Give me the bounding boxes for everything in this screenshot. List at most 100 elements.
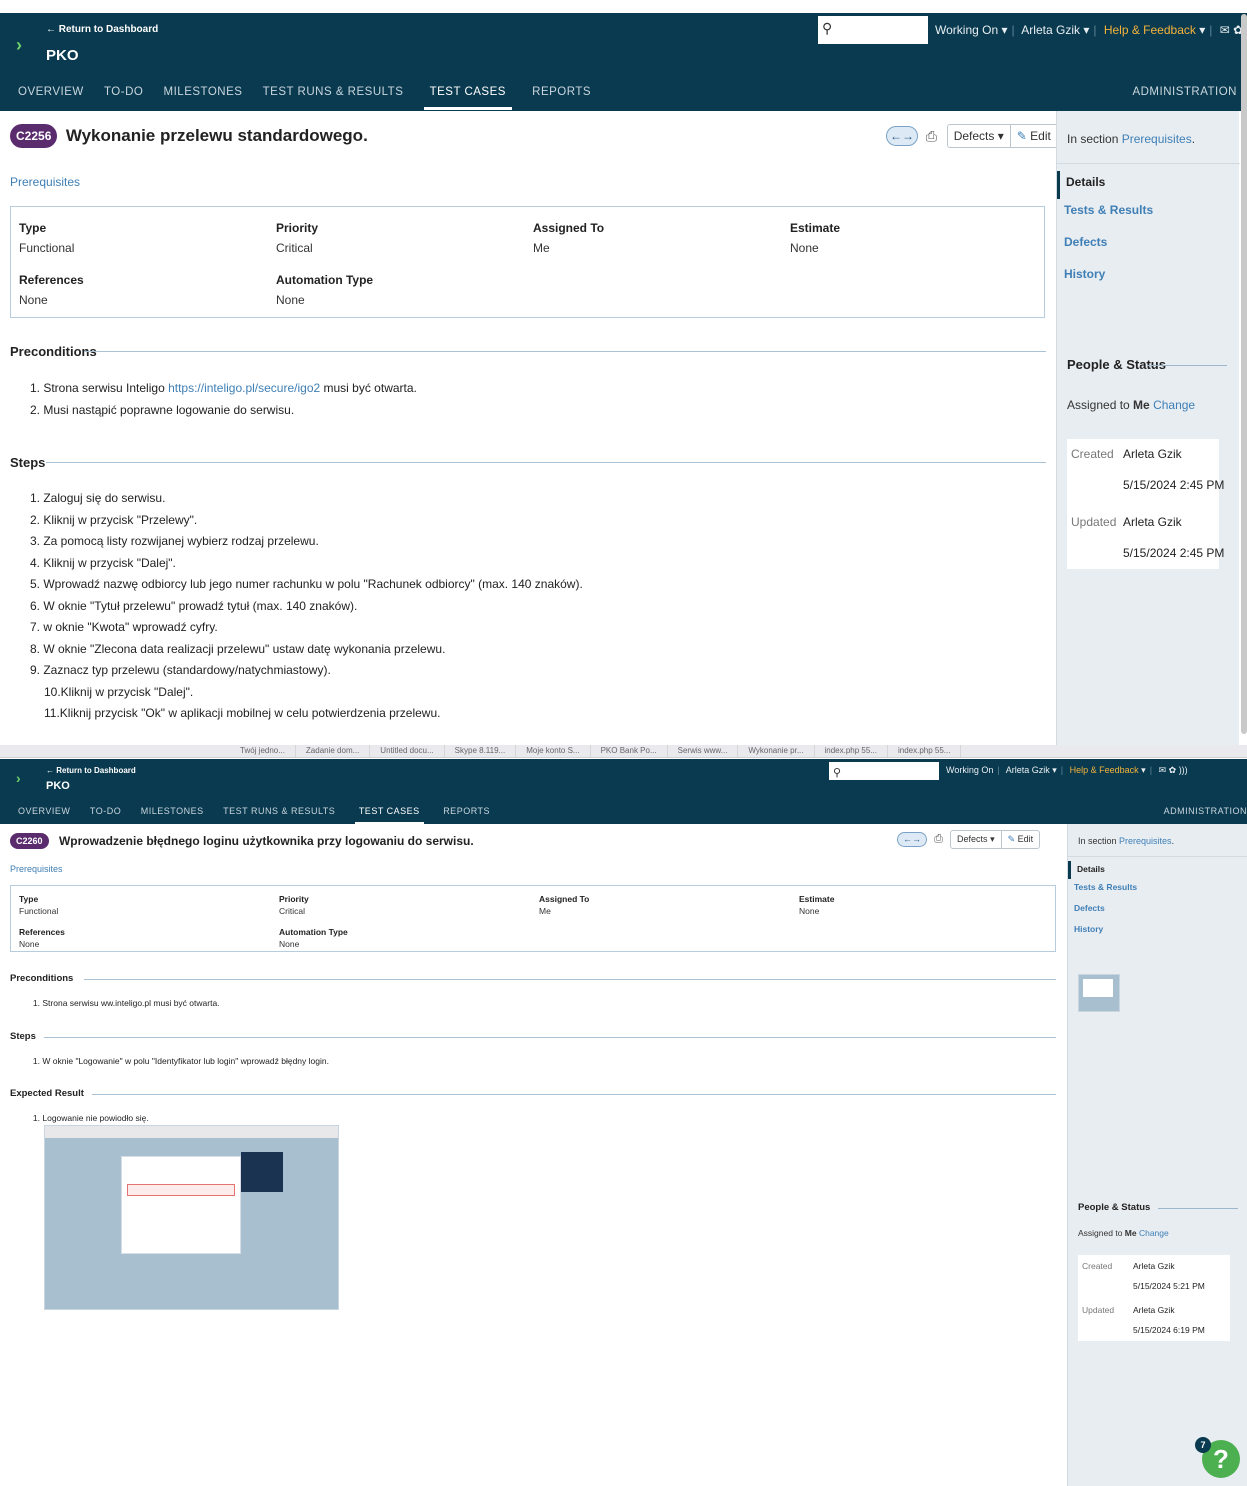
- field-label: Type: [19, 894, 39, 904]
- prev-next-arrows-icon[interactable]: ←→: [897, 832, 927, 847]
- search-input[interactable]: ⚲: [829, 762, 939, 780]
- steps-heading: Steps: [10, 455, 46, 470]
- help-feedback-menu[interactable]: Help & Feedback: [1070, 765, 1139, 775]
- field-label: References: [19, 927, 65, 937]
- help-feedback-menu[interactable]: Help & Feedback: [1104, 23, 1196, 37]
- in-section-link[interactable]: Prerequisites: [1122, 132, 1192, 146]
- tab-overview[interactable]: OVERVIEW: [18, 806, 70, 816]
- item-text: Wprowadź nazwę odbiorcy lub jego numer r…: [43, 577, 583, 591]
- logo-chevron-icon[interactable]: ›: [16, 35, 22, 56]
- defects-dropdown[interactable]: Defects ▾: [950, 830, 1002, 849]
- section-link[interactable]: Prerequisites: [10, 175, 80, 189]
- inteligo-link[interactable]: https://inteligo.pl/secure/igo2: [168, 381, 320, 395]
- browser-tab[interactable]: index.php 55...: [888, 745, 962, 757]
- user-menu[interactable]: Arleta Gzik: [1021, 23, 1080, 37]
- defects-dropdown[interactable]: Defects ▾: [946, 124, 1011, 148]
- browser-tab[interactable]: Zadanie dom...: [296, 745, 371, 757]
- browser-tab-strip: Twój jedno... Zadanie dom... Untitled docu…: [0, 745, 1247, 758]
- case-title-row: C2256 Wykonanie przelewu standardowego.: [10, 124, 368, 148]
- tab-test-runs[interactable]: TEST RUNS & RESULTS: [263, 86, 404, 98]
- browser-tab[interactable]: index.php 55...: [815, 745, 888, 757]
- change-assignee-link[interactable]: Change: [1139, 1228, 1169, 1238]
- item-text: Strona serwisu Inteligo: [43, 381, 169, 395]
- mail-icon[interactable]: ✉: [1220, 23, 1230, 37]
- tab-administration[interactable]: ADMINISTRATION: [1164, 806, 1247, 816]
- return-to-dashboard-link[interactable]: ← Return to Dashboard: [46, 766, 136, 775]
- list-item: 1. Strona serwisu Inteligo https://intel…: [28, 381, 417, 403]
- expected-result-screenshot-image[interactable]: [44, 1125, 339, 1310]
- logo-chevron-icon[interactable]: ›: [16, 770, 21, 786]
- edit-button[interactable]: ✎ Edit: [1001, 830, 1041, 849]
- thumb-window: [1083, 979, 1113, 997]
- divider: |: [1060, 765, 1064, 775]
- sidebar-item-defects[interactable]: Defects: [1068, 900, 1247, 921]
- in-section-link[interactable]: Prerequisites: [1119, 836, 1172, 846]
- working-on-menu[interactable]: Working On: [946, 765, 993, 775]
- tab-test-cases[interactable]: TEST CASES: [354, 806, 424, 824]
- twitter-icon[interactable]: ✿: [1169, 765, 1177, 775]
- tab-test-cases[interactable]: TEST CASES: [423, 86, 512, 110]
- browser-tab[interactable]: Moje konto S...: [516, 745, 591, 757]
- item-text: Kliknij w przycisk "Dalej".: [43, 555, 176, 570]
- field-estimate: Estimate None: [790, 221, 840, 255]
- field-label: Estimate: [799, 894, 835, 904]
- search-icon: ⚲: [822, 20, 833, 36]
- section-link[interactable]: Prerequisites: [10, 864, 63, 874]
- preconditions-heading: Preconditions: [10, 973, 74, 984]
- tab-reports[interactable]: REPORTS: [532, 86, 591, 98]
- item-text: Musi nastąpić poprawne logowanie do serw…: [43, 403, 295, 417]
- tab-test-runs[interactable]: TEST RUNS & RESULTS: [223, 806, 335, 816]
- sidebar-item-history[interactable]: History: [1068, 921, 1247, 942]
- sidebar-item-tests-results[interactable]: Tests & Results: [1057, 199, 1240, 231]
- browser-tab[interactable]: Wykonanie pr...: [738, 745, 815, 757]
- rss-icon[interactable]: ))): [1179, 765, 1188, 775]
- defects-label: Defects: [953, 129, 995, 143]
- print-icon[interactable]: ⎙: [921, 128, 941, 145]
- print-icon[interactable]: ⎙: [930, 833, 948, 846]
- mail-icon[interactable]: ✉: [1159, 765, 1167, 775]
- page-scrollbar[interactable]: [1241, 14, 1247, 734]
- sidebar-item-tests-results[interactable]: Tests & Results: [1068, 879, 1247, 900]
- prev-next-arrows-icon[interactable]: ←→: [886, 126, 918, 146]
- item-number: 2.: [29, 403, 40, 417]
- sidebar-item-details[interactable]: Details: [1057, 171, 1240, 199]
- chevron-down-icon: ▾: [990, 834, 995, 844]
- working-on-menu[interactable]: Working On: [935, 23, 998, 37]
- search-input[interactable]: ⚲: [818, 16, 928, 44]
- field-value: None: [19, 293, 48, 307]
- divider: |: [1011, 23, 1015, 37]
- edit-button[interactable]: ✎ Edit: [1010, 124, 1058, 148]
- tab-overview[interactable]: OVERVIEW: [18, 86, 84, 98]
- browser-tab[interactable]: Serwis www...: [668, 745, 739, 757]
- sidebar-item-history[interactable]: History: [1057, 263, 1240, 295]
- assigned-to-text: Assigned to Me Change: [1078, 1228, 1169, 1238]
- user-menu[interactable]: Arleta Gzik: [1006, 765, 1050, 775]
- tab-milestones[interactable]: MILESTONES: [164, 86, 243, 98]
- field-type: Type Functional: [19, 894, 58, 916]
- browser-tab[interactable]: PKO Bank Po...: [591, 745, 668, 757]
- item-text: Strona serwisu ww.inteligo.pl musi być o…: [42, 998, 220, 1008]
- field-automation-type: Automation Type None: [279, 927, 348, 949]
- assigned-value: Me: [1124, 1228, 1137, 1238]
- field-value: None: [279, 939, 300, 949]
- tab-administration[interactable]: ADMINISTRATION: [1132, 86, 1237, 98]
- browser-tab[interactable]: Untitled docu...: [370, 745, 445, 757]
- browser-tab[interactable]: Skype 8.119...: [445, 745, 517, 757]
- list-item: 10.Kliknij w przycisk "Dalej".: [28, 685, 583, 707]
- case-title: Wprowadzenie błędnego loginu użytkownika…: [58, 833, 474, 848]
- return-to-dashboard-link[interactable]: ← Return to Dashboard: [46, 24, 158, 35]
- tab-milestones[interactable]: MILESTONES: [141, 806, 204, 816]
- sidebar-item-details[interactable]: Details: [1068, 861, 1247, 879]
- created-at: 5/15/2024 2:45 PM: [1123, 478, 1225, 492]
- sidebar-item-defects[interactable]: Defects: [1057, 231, 1240, 263]
- assigned-value: Me: [1133, 398, 1150, 412]
- tab-todo[interactable]: TO-DO: [90, 806, 121, 816]
- browser-tab[interactable]: Twój jedno...: [230, 745, 296, 757]
- tab-reports[interactable]: REPORTS: [443, 806, 490, 816]
- change-assignee-link[interactable]: Change: [1153, 398, 1195, 412]
- project-name: PKO: [46, 780, 70, 792]
- item-number: 2.: [29, 512, 40, 527]
- created-by: Arleta Gzik: [1123, 447, 1182, 461]
- attachment-thumbnail-image[interactable]: [1078, 974, 1120, 1012]
- tab-todo[interactable]: TO-DO: [104, 86, 143, 98]
